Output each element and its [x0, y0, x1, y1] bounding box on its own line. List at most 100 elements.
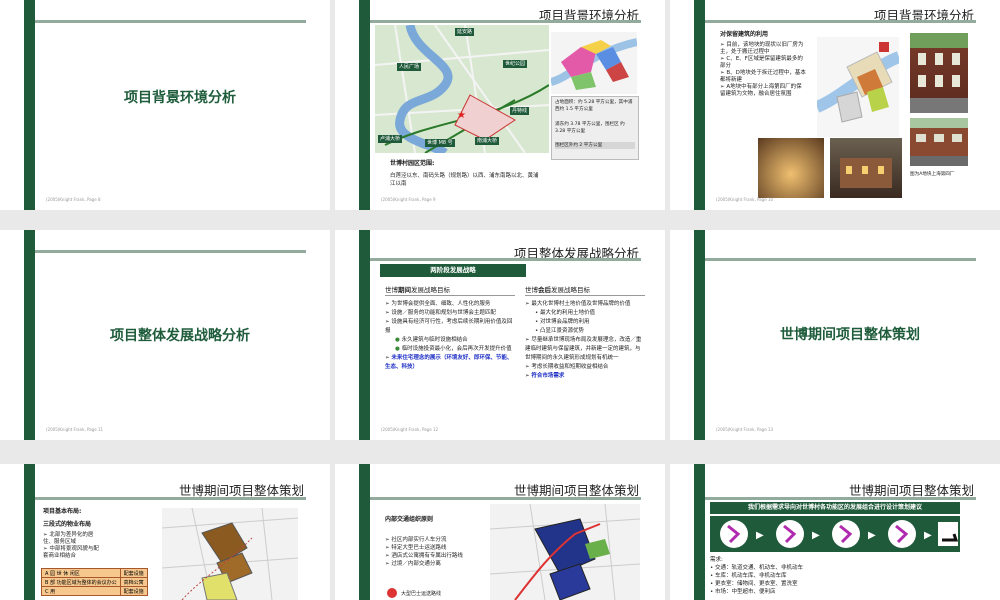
svg-text:▶: ▶	[924, 530, 932, 541]
table-row: C 用 配套设施	[41, 586, 148, 596]
city-map-graphic: ★	[375, 25, 549, 153]
section-title: 项目背景环境分析	[124, 90, 236, 106]
table-cell: A 园 世 休 闲区	[41, 568, 121, 578]
svg-text:▶: ▶	[868, 530, 876, 541]
slide-rule	[370, 497, 641, 500]
slide-footer: (2005)Knight Frank, Page 12	[381, 427, 439, 432]
svg-text:▶: ▶	[812, 530, 820, 541]
slide-8[interactable]: 世博期间项目整体策划 内部交通组织原则 ➢ 社区内部实行人车分流 ➢ 特定大型巴…	[335, 464, 665, 600]
bullet-item: ➢ 为世博会提供全面、细致、人性化的服务	[385, 301, 491, 307]
sub-bullet-item: • 最大化的利用土地价值	[535, 310, 596, 316]
bullet-item: ➢ 设施／服务的功能和规划与世博会主题匹配	[385, 310, 496, 316]
layout-subheading: 三段式的物业布局	[43, 521, 92, 528]
table-row: B 部 功能区域为整体的会议办公 高档公寓	[41, 577, 148, 587]
slide-rule	[370, 258, 641, 261]
site-aerial-plan	[817, 37, 899, 137]
site-plan	[551, 32, 637, 94]
slide-rule	[705, 497, 976, 500]
right-bullets: ➢ 最大化世博村土地价值及世博品牌的价值 • 最大化的利用土地价值 • 对世博会…	[525, 300, 643, 381]
slide-2[interactable]: 项目背景环境分析 ★ 延安路 人民广场 世纪公园 卢浦大桥 世博 M8 号 南浦…	[335, 0, 665, 210]
bullet-item: ➢ 中部将景观风貌与配套商业相结合	[43, 546, 99, 559]
site-info-box: 占地面积：约 5.28 平方公里，其中浦西约 1.5 平方公里 浦东约 3.78…	[551, 96, 639, 160]
photo-warehouse-graphic	[840, 158, 892, 188]
bullet-item: ➢ 未来住宅理念的展示（环境友好、即环保、节能、生态、科技）	[385, 355, 513, 370]
photo-historic-building	[910, 33, 968, 113]
slide-6[interactable]: 世博期间项目整体策划 (2005)Knight Frank, Page 13	[670, 230, 1000, 440]
photo-caption: 图为A地块上海第四厂	[910, 172, 955, 177]
slide-accent-bar	[359, 230, 370, 440]
left-column-heading: 世博期间发展战略目标	[385, 286, 450, 294]
slide-9[interactable]: 世博期间项目整体策划 我们根据需求导向对世博村各功能区的发展组合进行设计策划建议…	[670, 464, 1000, 600]
slide-rule	[705, 20, 976, 23]
bus-route-icon	[387, 588, 397, 598]
section-heading: 对保留建筑的利用	[720, 31, 769, 38]
map-label: 南浦大桥	[475, 137, 500, 145]
heading-divider	[525, 295, 645, 296]
slide-5[interactable]: 项目整体发展战略分析 两阶段发展战略 世博期间发展战略目标 ➢ 为世博会提供全面…	[335, 230, 665, 440]
function-diagram-graphic: ▶ ▶ ▶ ▶	[720, 520, 959, 548]
bullet-list: ➢ 目前，该地块的现状以旧厂房为主，处于搬迁过程中 ➢ C、E、F区域是保留建筑…	[720, 42, 806, 98]
sub-bullet-item: ● 永久建筑与临时设施相结合	[395, 337, 468, 343]
section-title: 世博期间项目整体策划	[780, 327, 920, 343]
slide-rule	[705, 258, 976, 261]
city-map: ★ 延安路 人民广场 世纪公园 卢浦大桥 世博 M8 号 南浦大桥 丹特线	[375, 25, 549, 153]
slide-footer: (2005)Knight Frank, Page 9	[381, 197, 436, 202]
map-label: 丹特线	[510, 107, 530, 115]
slide-3[interactable]: 项目背景环境分析 对保留建筑的利用 ➢ 目前，该地块的现状以旧厂房为主，处于搬迁…	[670, 0, 1000, 210]
section-title: 项目整体发展战略分析	[110, 328, 250, 344]
slide-accent-bar	[694, 0, 705, 210]
list-item: • 市场：中型超市、便利店	[710, 589, 776, 595]
slide-accent-bar	[359, 0, 370, 210]
slide-accent-bar	[359, 464, 370, 600]
site-info-line: 浦东约 3.78 平方公里，围栏区 约 3.28 平方公里	[555, 122, 625, 134]
slide-footer: (2005)Knight Frank, Page 13	[716, 427, 774, 432]
map-label: 延安路	[455, 28, 475, 36]
map-label: 人民广场	[397, 63, 422, 71]
zoning-plan	[162, 508, 298, 600]
slide-footer: (2005)Knight Frank, Page 10	[716, 197, 774, 202]
bullet-item: ➢ 尽量继承世博现场布局及发展理念，改造／重建临时建筑与保留建筑，并新建一定的建…	[525, 337, 642, 361]
slide-footer: (2005)Knight Frank, Page 8	[46, 197, 101, 202]
site-info-line: 围栏区外约 2 平方公里	[555, 142, 635, 149]
layout-heading: 项目基本布局:	[43, 508, 82, 515]
bullet-item: ➢ 北部为差异化的居住、服务区域	[43, 532, 94, 545]
table-row: A 园 世 休 闲区 配套设施	[41, 568, 148, 578]
bullet-item: ➢ 符合市场需求	[525, 373, 565, 379]
site-info-line: 占地面积：约 5.28 平方公里，其中浦西约 1.5 平方公里	[555, 100, 633, 112]
slide-accent-bar	[24, 230, 35, 440]
needs-list: • 交通：轨道交通、机动车、非机动车 • 车库：机动车库、非机动车库 • 更衣室…	[710, 564, 960, 596]
right-column-heading: 世博会后发展战略目标	[525, 286, 590, 294]
zone-table: A 园 世 休 闲区 配套设施 B 部 功能区域为整体的会议办公 高档公寓 C 用 …	[41, 568, 148, 596]
svg-text:▶: ▶	[756, 530, 764, 541]
slide-4[interactable]: 项目整体发展战略分析 (2005)Knight Frank, Page 11	[0, 230, 330, 440]
slide-rule	[370, 20, 641, 23]
sub-bullet-item: ● 临时设施投资最小化，会后再次开发提升价值	[395, 346, 512, 352]
slide-accent-bar	[694, 464, 705, 600]
bullet-item: ➢ 特定大型巴士运送路线	[385, 545, 447, 551]
traffic-plan	[490, 504, 640, 600]
proposal-banner: 我们根据需求导向对世博村各功能区的发展组合进行设计策划建议	[710, 502, 960, 514]
map-label: 卢浦大桥	[378, 135, 403, 143]
zoning-plan-graphic	[162, 508, 298, 600]
list-item: • 车库：机动车库、非机动车库	[710, 573, 787, 579]
traffic-bullets: ➢ 社区内部实行人车分流 ➢ 特定大型巴士运送路线 ➢ 酒店式公寓拥有专属出行路…	[385, 536, 485, 568]
table-cell: 高档公寓	[119, 577, 148, 587]
table-cell: B 部 功能区域为整体的会议办公	[41, 577, 121, 587]
caption-title: 世博村园区范围:	[390, 160, 435, 167]
slide-accent-bar	[24, 464, 35, 600]
sub-bullet-item: • 凸显江景资源优势	[535, 328, 585, 334]
traffic-heading: 内部交通组织原则	[385, 516, 434, 523]
bullet-item: ➢ 过境／内部交通分离	[385, 561, 441, 567]
site-plan-graphic	[551, 38, 637, 90]
slide-accent-bar	[694, 230, 705, 440]
photo-warehouse-night	[830, 138, 902, 198]
photo-historic-graphic	[910, 33, 968, 113]
function-diagram-strip: ▶ ▶ ▶ ▶	[710, 516, 960, 552]
site-aerial-graphic	[817, 42, 899, 123]
table-cell: 配套设施	[119, 568, 148, 578]
bullet-item: ➢ 酒店式公寓拥有专属出行路线	[385, 553, 463, 559]
slide-1[interactable]: 项目背景环境分析 (2005)Knight Frank, Page 8	[0, 0, 330, 210]
map-label: 世纪公园	[503, 60, 528, 68]
slide-7[interactable]: 世博期间项目整体策划 项目基本布局: 三段式的物业布局 ➢ 北部为差异化的居住、…	[0, 464, 330, 600]
photo-brick-building	[910, 118, 968, 166]
